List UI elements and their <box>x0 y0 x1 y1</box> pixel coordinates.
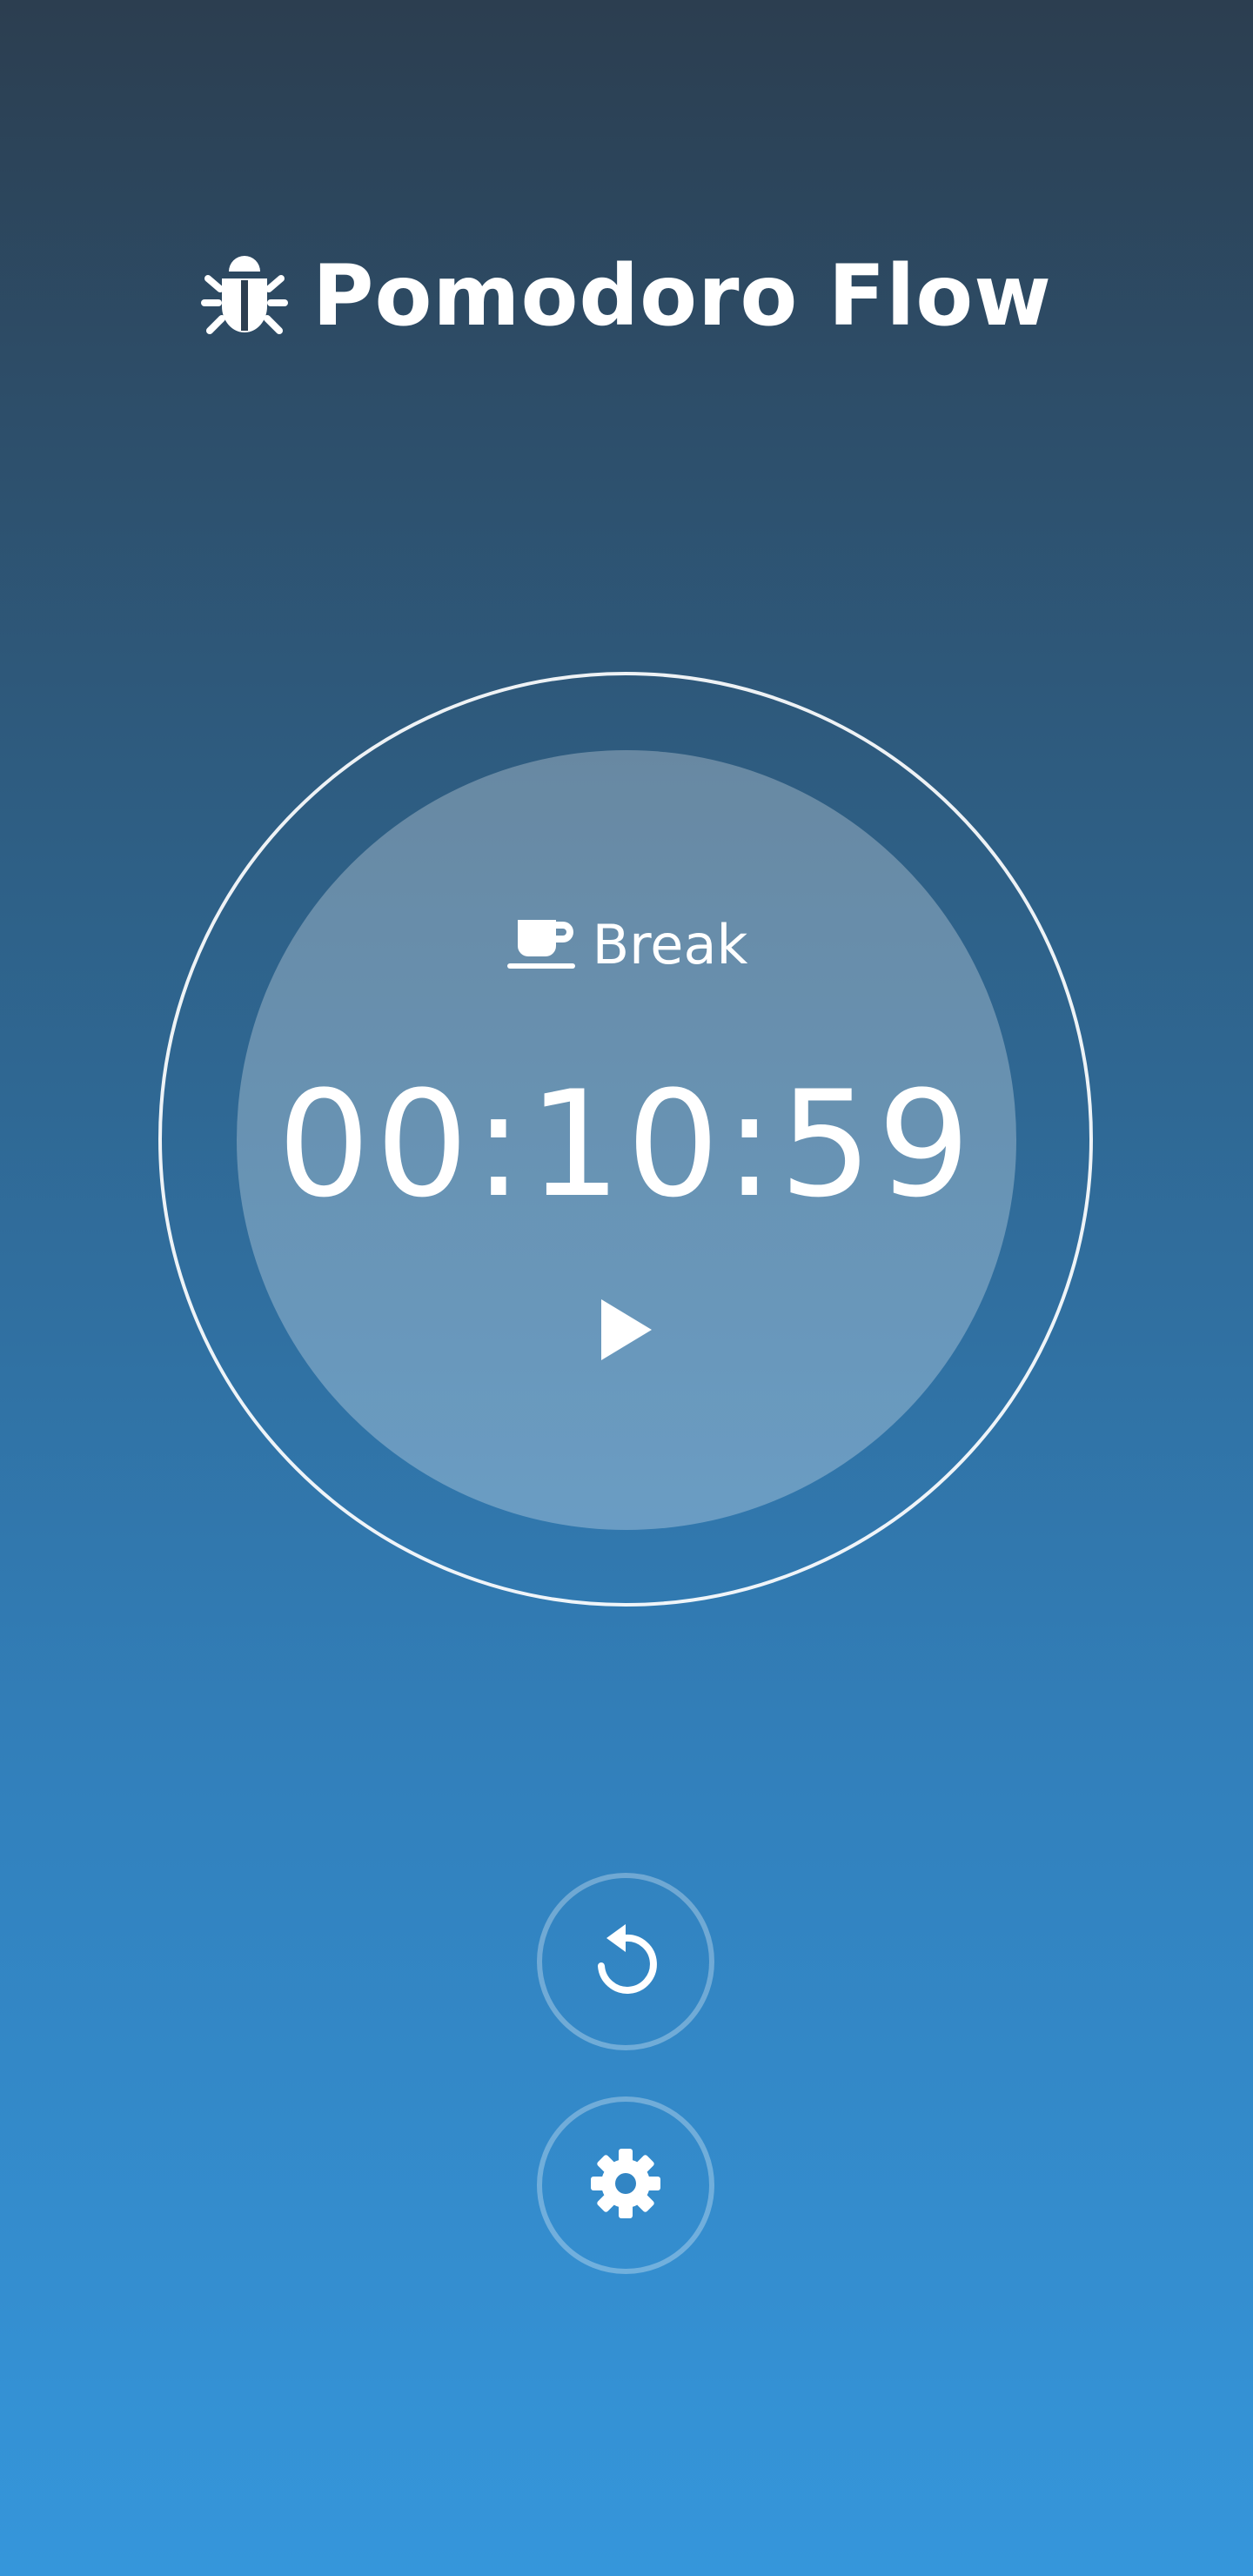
bug-icon <box>201 252 289 339</box>
reset-icon <box>591 1922 660 2001</box>
time-display: 00:10:59 <box>277 1059 976 1230</box>
mode-label: Break <box>592 912 748 976</box>
gear-icon <box>589 2147 662 2224</box>
app-screen: Pomodoro Flow Break 00:10:59 <box>0 0 1253 2576</box>
coffee-icon <box>506 916 577 972</box>
timer-mode: Break <box>0 905 1253 983</box>
reset-button[interactable] <box>537 1873 714 2050</box>
settings-button[interactable] <box>537 2096 714 2274</box>
play-button[interactable] <box>574 1279 679 1384</box>
app-header: Pomodoro Flow <box>0 235 1253 357</box>
play-icon <box>600 1298 653 1365</box>
app-title: Pomodoro Flow <box>312 247 1052 345</box>
